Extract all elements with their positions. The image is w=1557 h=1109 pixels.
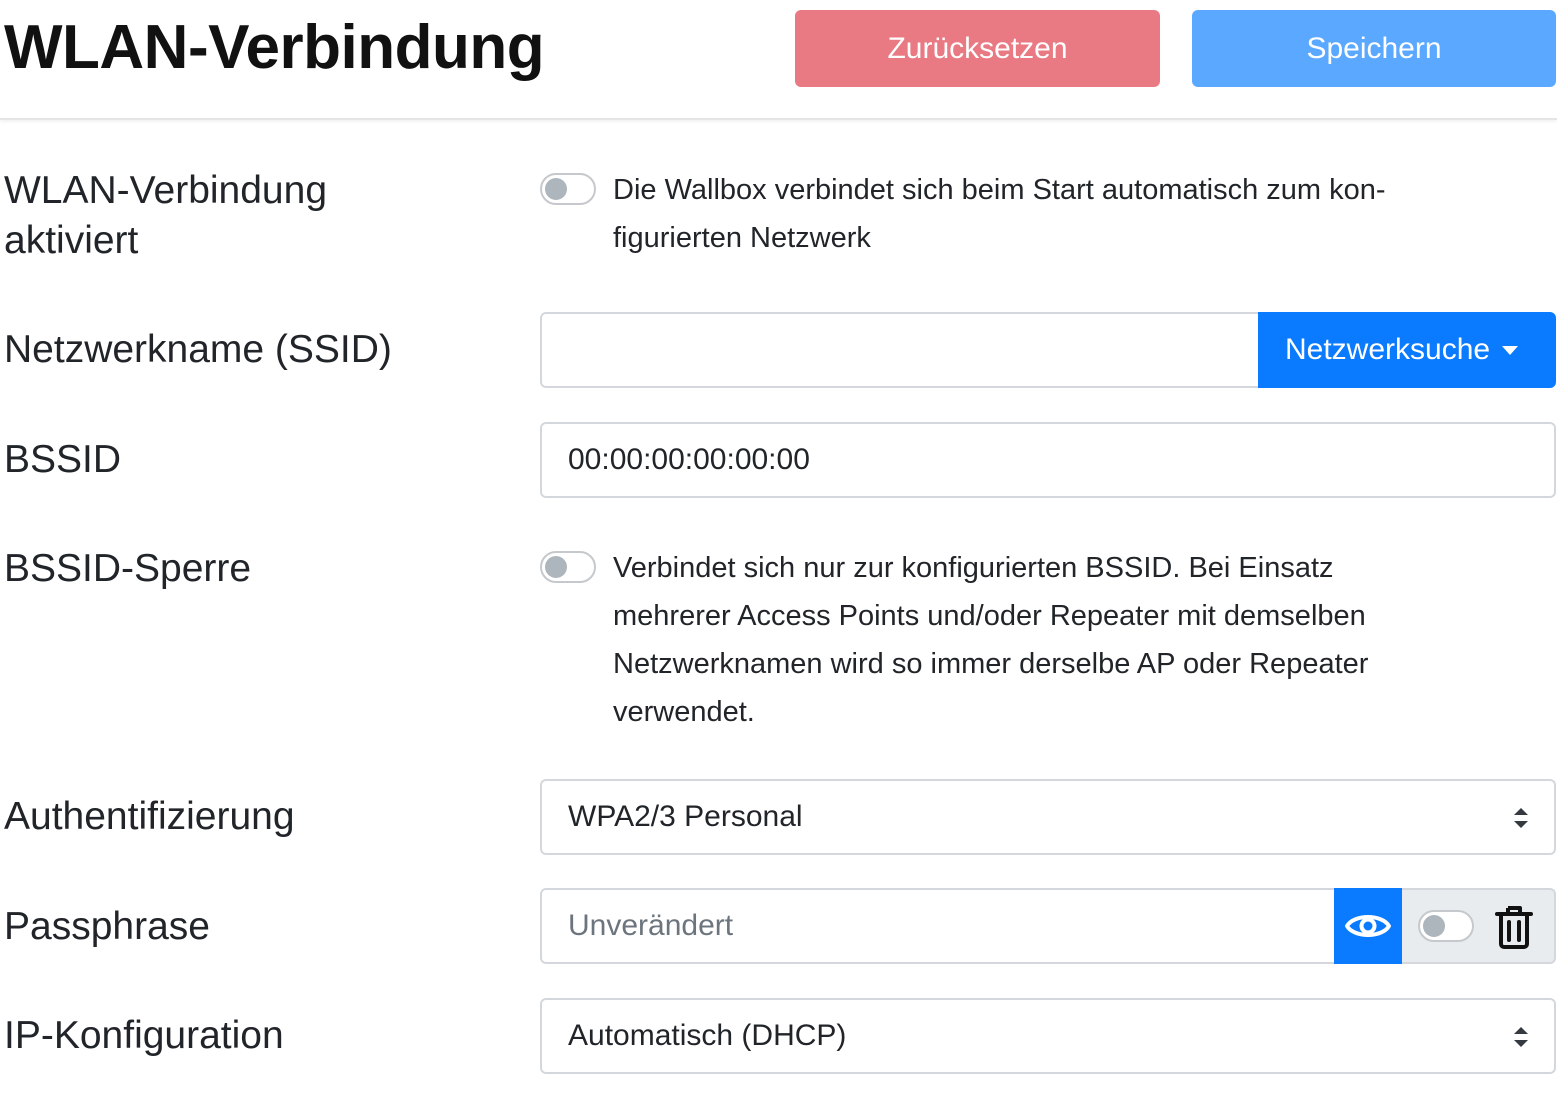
bssid-lock-description-line1: Verbindet sich nur zur konfigurierten BS… bbox=[613, 552, 1334, 584]
wifi-enabled-description-line1: Die Wallbox verbindet sich beim Start au… bbox=[613, 174, 1386, 206]
bssid-lock-description-line4: verwendet. bbox=[613, 696, 755, 728]
bssid-lock-description-line2: mehrerer Access Points und/oder Repeater… bbox=[613, 600, 1366, 632]
network-search-button[interactable]: Netzwerksuche bbox=[1258, 312, 1556, 388]
ip-config-label: IP-Konfiguration bbox=[4, 1014, 284, 1057]
show-password-button[interactable] bbox=[1334, 888, 1402, 964]
reset-button[interactable]: Zurücksetzen bbox=[795, 10, 1160, 87]
network-search-label: Netzwerksuche bbox=[1285, 333, 1491, 366]
switch-knob bbox=[545, 178, 567, 200]
select-arrows-icon bbox=[1514, 808, 1528, 828]
ssid-label: Netzwerkname (SSID) bbox=[4, 328, 392, 371]
page-title: WLAN-Verbindung bbox=[4, 13, 545, 82]
switch-knob bbox=[545, 556, 567, 578]
wifi-enabled-switch[interactable] bbox=[540, 173, 596, 205]
ip-config-selected: Automatisch (DHCP) bbox=[568, 1019, 847, 1052]
wifi-enabled-description: Die Wallbox verbindet sich beim Start au… bbox=[613, 166, 1493, 262]
passphrase-input[interactable]: Unverändert bbox=[540, 888, 1336, 964]
select-arrows-icon bbox=[1514, 1027, 1528, 1047]
authentication-label: Authentifizierung bbox=[4, 795, 295, 838]
authentication-select[interactable]: WPA2/3 Personal bbox=[540, 779, 1556, 855]
save-button[interactable]: Speichern bbox=[1192, 10, 1556, 87]
caret-down-icon bbox=[1502, 345, 1519, 355]
eye-icon bbox=[1345, 915, 1391, 937]
ip-config-select[interactable]: Automatisch (DHCP) bbox=[540, 998, 1556, 1074]
passphrase-label: Passphrase bbox=[4, 905, 210, 948]
passphrase-placeholder: Unverändert bbox=[568, 909, 734, 942]
trash-icon bbox=[1495, 906, 1533, 949]
wifi-enabled-label-line2: aktiviert bbox=[4, 219, 139, 262]
wifi-enabled-label: WLAN-Verbindung aktiviert bbox=[4, 166, 327, 266]
passphrase-clear-addon bbox=[1402, 888, 1556, 964]
bssid-lock-label: BSSID-Sperre bbox=[4, 547, 252, 590]
wifi-enabled-description-line2: figurierten Netzwerk bbox=[613, 222, 871, 254]
ssid-input[interactable] bbox=[540, 312, 1260, 388]
bssid-input[interactable]: 00:00:00:00:00:00 bbox=[540, 422, 1556, 498]
clear-passphrase-switch[interactable] bbox=[1418, 910, 1474, 942]
switch-knob bbox=[1423, 915, 1445, 937]
bssid-lock-switch[interactable] bbox=[540, 551, 596, 583]
page-header: WLAN-Verbindung Zurücksetzen Speichern bbox=[0, 0, 1557, 120]
bssid-label: BSSID bbox=[4, 438, 122, 481]
bssid-lock-description-line3: Netzwerknamen wird so immer derselbe AP … bbox=[613, 648, 1369, 680]
wifi-enabled-label-line1: WLAN-Verbindung bbox=[4, 169, 328, 212]
bssid-value: 00:00:00:00:00:00 bbox=[568, 443, 810, 476]
bssid-lock-description: Verbindet sich nur zur konfigurierten BS… bbox=[613, 544, 1493, 736]
authentication-selected: WPA2/3 Personal bbox=[568, 800, 803, 833]
